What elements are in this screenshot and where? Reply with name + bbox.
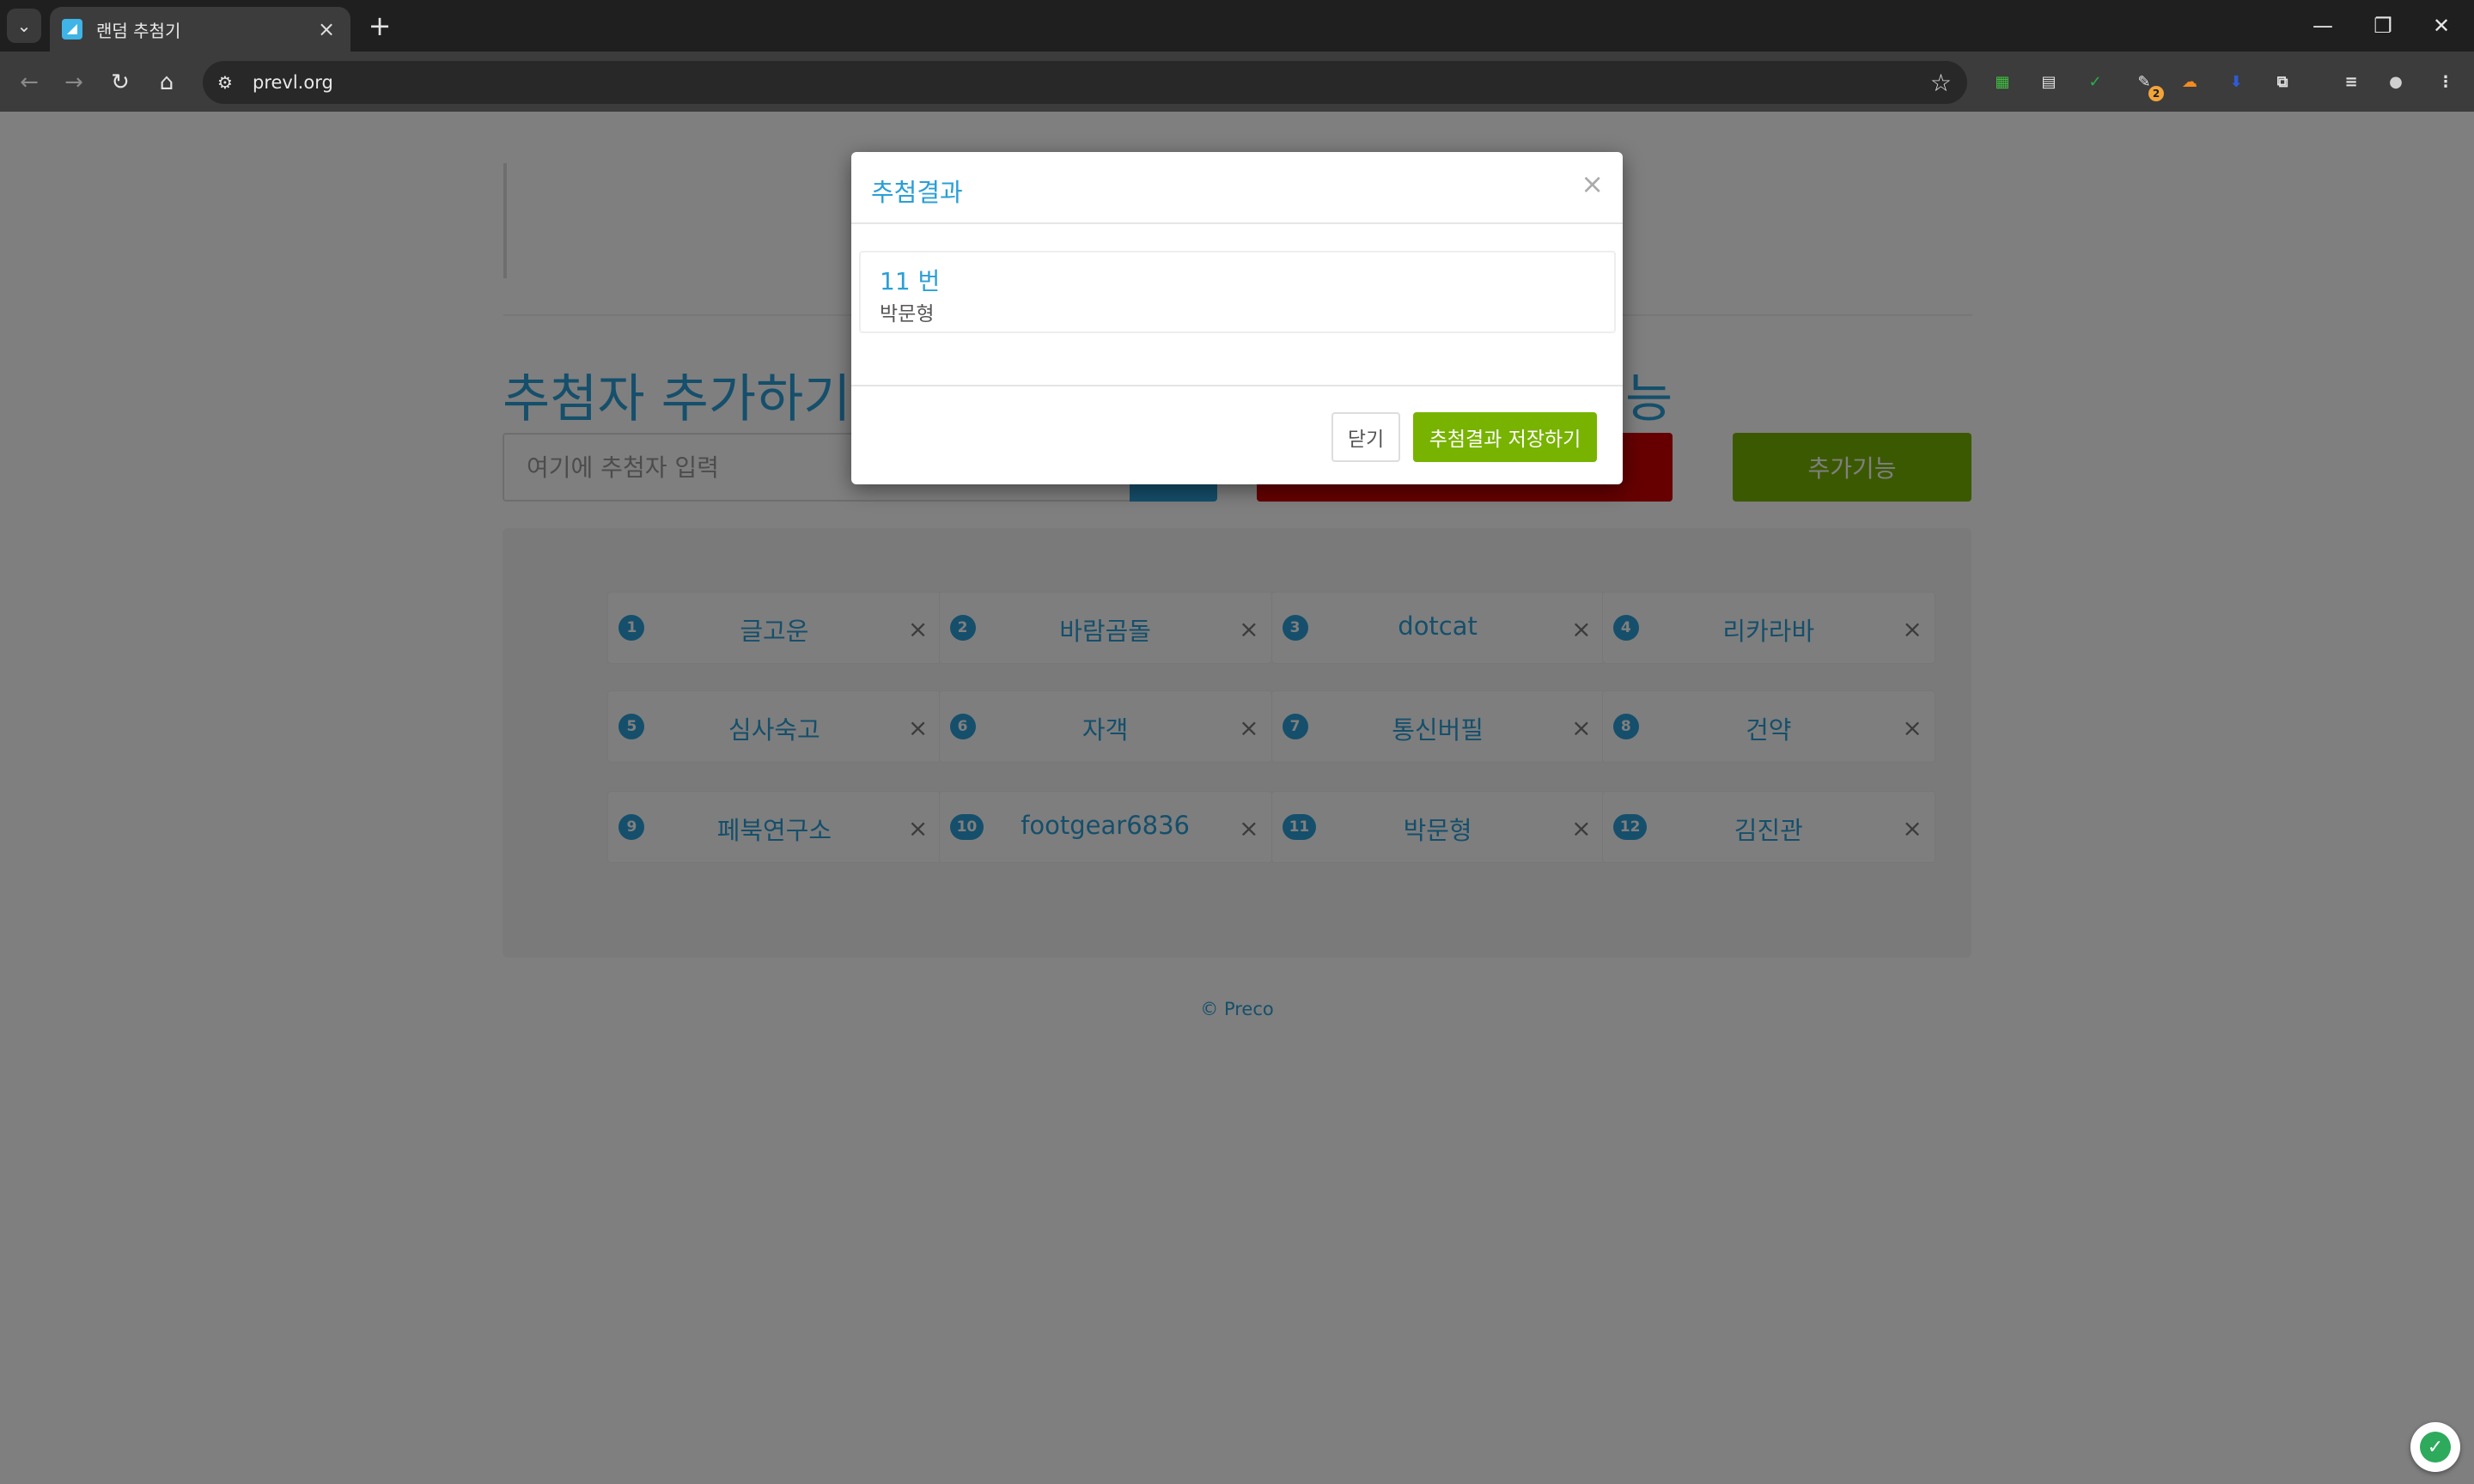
url-text[interactable]: prevl.org xyxy=(253,72,1930,93)
chevron-down-icon: ⌄ xyxy=(16,15,32,36)
extension-count-badge: 2 xyxy=(2148,86,2164,101)
modal-close-icon[interactable]: × xyxy=(1581,167,1604,200)
tab-close-icon[interactable]: × xyxy=(314,17,338,41)
browser-tab-strip: ⌄ 랜덤 추첨기 × + — ❐ ✕ xyxy=(0,0,2474,52)
save-result-button[interactable]: 추첨결과 저장하기 xyxy=(1413,412,1597,462)
home-icon[interactable]: ⌂ xyxy=(148,64,186,101)
favicon-icon xyxy=(62,19,82,40)
modal-title: 추첨결과 xyxy=(871,178,963,207)
extension-download-icon[interactable]: ⬇ xyxy=(2221,67,2251,96)
new-tab-button[interactable]: + xyxy=(363,9,397,43)
extension-shield-icon[interactable]: ✓ xyxy=(2081,67,2110,96)
modal-close-button[interactable]: 닫기 xyxy=(1331,412,1400,462)
forward-arrow-icon[interactable]: → xyxy=(55,64,93,101)
result-modal: 추첨결과 × 11 번 박문형 닫기 추첨결과 저장하기 xyxy=(851,152,1623,484)
extensions-puzzle-icon[interactable]: ⧉ xyxy=(2268,67,2297,96)
extension-badge-icon[interactable]: ✎ 2 xyxy=(2130,67,2164,101)
browser-menu-icon[interactable]: ⋮ xyxy=(2431,67,2460,96)
restore-icon[interactable]: ❐ xyxy=(2357,7,2409,45)
shield-check-icon: ✓ xyxy=(2420,1432,2451,1463)
site-info-icon[interactable]: ⚙ xyxy=(210,67,241,98)
result-name: 박문형 xyxy=(880,303,935,325)
reload-icon[interactable]: ↻ xyxy=(101,64,139,101)
security-widget[interactable]: ✓ xyxy=(2410,1422,2460,1472)
tab-title: 랜덤 추첨기 xyxy=(96,20,181,41)
result-card: 11 번 박문형 xyxy=(859,251,1616,333)
bookmark-star-icon[interactable]: ☆ xyxy=(1930,69,1952,97)
tab-search-button[interactable]: ⌄ xyxy=(7,9,41,43)
modal-header: 추첨결과 × xyxy=(851,152,1623,224)
reading-list-icon[interactable]: ≡ xyxy=(2337,67,2366,96)
minimize-icon[interactable]: — xyxy=(2297,7,2349,45)
extension-doc-icon[interactable]: ▤ xyxy=(2034,67,2063,96)
browser-tab-active[interactable]: 랜덤 추첨기 × xyxy=(50,7,350,52)
address-bar[interactable]: ⚙ prevl.org ☆ xyxy=(203,61,1967,104)
back-arrow-icon[interactable]: ← xyxy=(10,64,48,101)
result-number: 11 번 xyxy=(880,267,941,295)
extension-green-icon[interactable]: ▦ xyxy=(1988,67,2017,96)
window-close-icon[interactable]: ✕ xyxy=(2416,7,2467,45)
modal-footer: 닫기 추첨결과 저장하기 xyxy=(851,385,1623,484)
extension-cloud-icon[interactable]: ☁ xyxy=(2175,67,2204,96)
profile-avatar-icon[interactable]: ● xyxy=(2381,67,2410,96)
